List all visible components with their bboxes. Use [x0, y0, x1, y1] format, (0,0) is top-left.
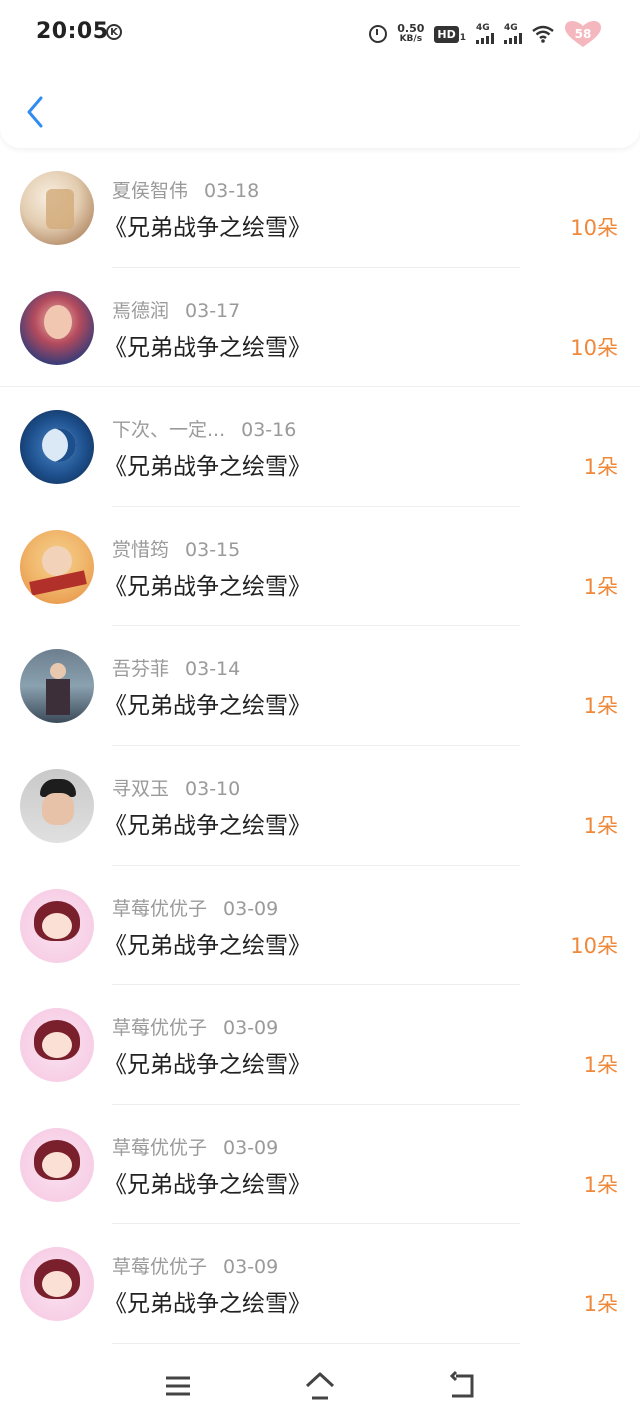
item-meta: 草莓优优子 03-09	[112, 1133, 278, 1160]
book-title: 《兄弟战争之绘雪》	[104, 812, 311, 839]
battery-icon: 58	[564, 20, 602, 48]
book-title: 《兄弟战争之绘雪》	[104, 334, 311, 361]
chevron-left-icon	[27, 96, 43, 128]
user-name: 草莓优优子	[112, 1256, 208, 1279]
book-title: 《兄弟战争之绘雪》	[104, 693, 311, 720]
avatar[interactable]	[20, 410, 94, 485]
gift-amount: 1朵	[583, 455, 618, 480]
user-name: 草莓优优子	[112, 1017, 208, 1040]
item-meta: 夏侯智伟 03-18	[112, 176, 259, 203]
speed-value: 0.50	[397, 22, 425, 35]
gift-amount: 1朵	[583, 1172, 618, 1197]
book-title: 《兄弟战争之绘雪》	[104, 215, 311, 241]
gift-amount: 1朵	[583, 1292, 618, 1317]
battery-level: 58	[574, 27, 592, 41]
gift-amount: 1朵	[583, 813, 618, 838]
book-title: 《兄弟战争之绘雪》	[104, 454, 311, 481]
wifi-icon	[532, 25, 554, 43]
gift-amount: 1朵	[583, 574, 618, 599]
list-item[interactable]: 草莓优优子 03-09 《兄弟战争之绘雪》 1朵	[0, 1224, 640, 1344]
list-item[interactable]: 下次、一定... 03-16 《兄弟战争之绘雪》 1朵	[0, 387, 640, 507]
item-meta: 寻双玉 03-10	[112, 774, 240, 801]
system-back-button[interactable]	[442, 1366, 482, 1406]
item-date: 03-09	[223, 1136, 279, 1159]
avatar[interactable]	[20, 290, 94, 365]
avatar[interactable]	[20, 888, 94, 963]
hd-sub: 1	[459, 32, 466, 43]
book-title: 《兄弟战争之绘雪》	[104, 1171, 311, 1198]
avatar[interactable]	[20, 1008, 94, 1083]
book-title: 《兄弟战争之绘雪》	[104, 932, 311, 959]
gift-amount: 10朵	[570, 933, 618, 958]
signal-sim2-icon: 4G	[504, 24, 522, 44]
item-date: 03-18	[204, 180, 260, 202]
item-meta: 草莓优优子 03-09	[112, 1252, 278, 1279]
list-item[interactable]: 焉德润 03-17 《兄弟战争之绘雪》 10朵	[0, 268, 640, 388]
gift-record-list: 夏侯智伟 03-18 《兄弟战争之绘雪》 10朵 焉德润 03-17 《兄弟战争之绘雪》 10…	[0, 148, 640, 1344]
gift-amount: 1朵	[583, 1053, 618, 1078]
list-item[interactable]: 赏惜筠 03-15 《兄弟战争之绘雪》 1朵	[0, 507, 640, 627]
list-item[interactable]: 寻双玉 03-10 《兄弟战争之绘雪》 1朵	[0, 746, 640, 866]
user-name: 寻双玉	[112, 777, 170, 800]
avatar[interactable]	[20, 529, 94, 604]
list-item[interactable]: 草莓优优子 03-09 《兄弟战争之绘雪》 10朵	[0, 866, 640, 986]
hd-indicator: HD 1	[434, 25, 466, 43]
gift-amount: 1朵	[583, 694, 618, 719]
app-header: 20:05 K 0.50 KB/s HD 1 4G 4G 58	[0, 0, 640, 148]
item-date: 03-09	[223, 1256, 279, 1279]
back-button[interactable]	[22, 92, 48, 132]
list-item[interactable]: 夏侯智伟 03-18 《兄弟战争之绘雪》 10朵	[0, 148, 640, 268]
avatar[interactable]	[20, 1127, 94, 1202]
menu-button[interactable]	[158, 1366, 198, 1406]
item-date: 03-10	[185, 777, 241, 800]
item-meta: 下次、一定... 03-16	[112, 415, 296, 442]
network-speed: 0.50 KB/s	[397, 23, 424, 45]
menu-icon	[166, 1376, 190, 1396]
item-date: 03-09	[223, 897, 279, 920]
item-meta: 吾芬菲 03-14	[112, 654, 240, 681]
alarm-icon	[369, 25, 388, 43]
avatar[interactable]	[20, 649, 94, 724]
list-item[interactable]: 草莓优优子 03-09 《兄弟战争之绘雪》 1朵	[0, 985, 640, 1105]
item-date: 03-14	[185, 658, 241, 681]
item-meta: 焉德润 03-17	[112, 296, 240, 323]
list-item[interactable]: 草莓优优子 03-09 《兄弟战争之绘雪》 1朵	[0, 1105, 640, 1225]
item-date: 03-17	[185, 299, 241, 322]
gift-amount: 10朵	[570, 335, 618, 360]
k-badge-icon: K	[106, 24, 122, 40]
signal-sim1-icon: 4G	[476, 24, 494, 44]
user-name: 焉德润	[112, 299, 170, 322]
system-nav-bar	[0, 1350, 640, 1423]
item-date: 03-09	[223, 1017, 279, 1040]
item-meta: 草莓优优子 03-09	[112, 1013, 278, 1040]
speed-unit: KB/s	[399, 34, 423, 44]
item-date: 03-16	[241, 419, 297, 442]
item-date: 03-15	[185, 538, 241, 561]
item-meta: 赏惜筠 03-15	[112, 535, 240, 562]
avatar[interactable]	[20, 171, 94, 245]
avatar[interactable]	[20, 1247, 94, 1322]
item-meta: 草莓优优子 03-09	[112, 894, 278, 921]
sim2-label: 4G	[504, 23, 518, 33]
user-name: 草莓优优子	[112, 897, 208, 920]
home-button[interactable]	[300, 1366, 340, 1406]
home-icon	[305, 1372, 335, 1400]
user-name: 下次、一定...	[112, 419, 226, 442]
back-arrow-icon	[449, 1370, 474, 1398]
book-title: 《兄弟战争之绘雪》	[104, 573, 311, 600]
book-title: 《兄弟战争之绘雪》	[104, 1052, 311, 1079]
list-item[interactable]: 吾芬菲 03-14 《兄弟战争之绘雪》 1朵	[0, 626, 640, 746]
status-bar: 20:05 K 0.50 KB/s HD 1 4G 4G 58	[0, 0, 640, 68]
avatar[interactable]	[20, 768, 94, 843]
sim1-label: 4G	[476, 23, 490, 33]
status-icons: 0.50 KB/s HD 1 4G 4G 58	[369, 20, 602, 48]
user-name: 夏侯智伟	[112, 180, 189, 202]
hd-icon: HD	[434, 25, 459, 43]
user-name: 吾芬菲	[112, 658, 170, 681]
book-title: 《兄弟战争之绘雪》	[104, 1291, 311, 1318]
gift-amount: 10朵	[570, 216, 618, 240]
user-name: 草莓优优子	[112, 1136, 208, 1159]
status-time: 20:05	[36, 19, 109, 44]
user-name: 赏惜筠	[112, 538, 170, 561]
